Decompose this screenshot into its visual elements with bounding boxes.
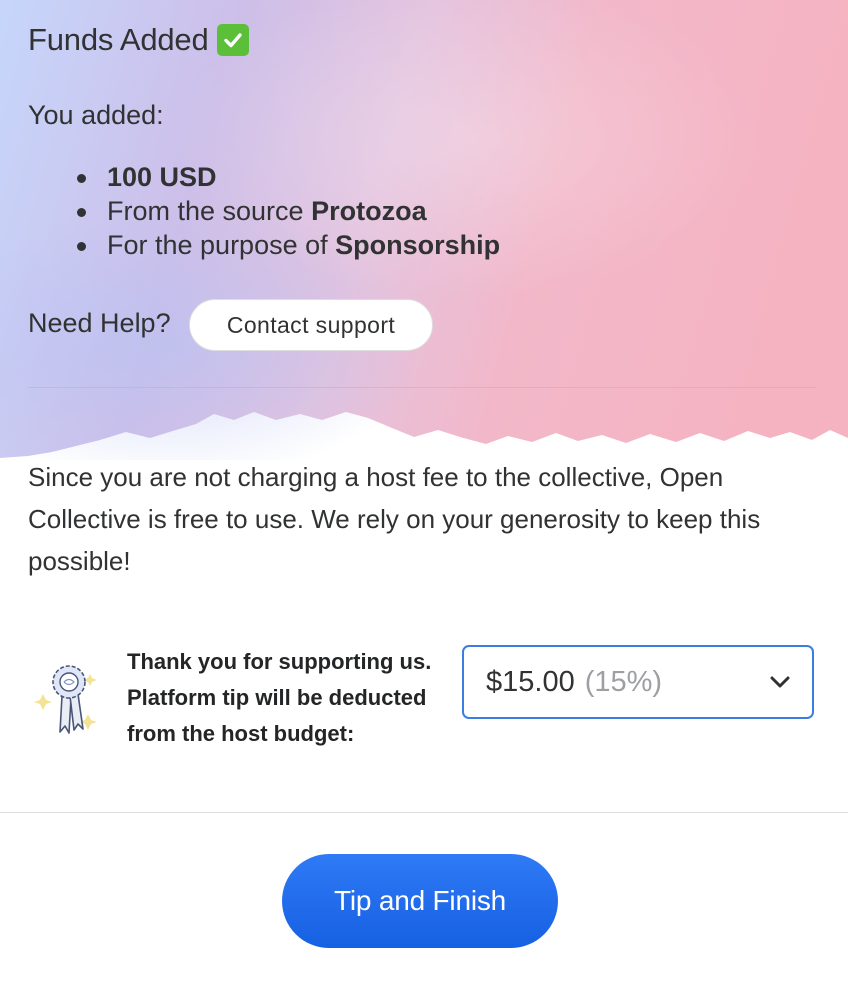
award-ribbon-icon [30, 656, 106, 740]
check-mark-icon [216, 24, 249, 56]
tip-and-finish-button[interactable]: Tip and Finish [282, 854, 558, 948]
purpose-value: Sponsorship [335, 230, 501, 260]
platform-tip-select[interactable]: $15.00 (15%) [462, 645, 814, 719]
need-help-label: Need Help? [28, 308, 171, 338]
divider [28, 387, 816, 388]
list-item: 100 USD [70, 160, 500, 194]
amount-value: 100 USD [107, 162, 217, 192]
platform-notice: Since you are not charging a host fee to… [28, 462, 761, 576]
page-title-text: Funds Added [28, 22, 209, 57]
summary-list: 100 USD From the source Protozoa For the… [70, 160, 500, 262]
chevron-down-icon [770, 676, 790, 688]
list-item: From the source Protozoa [70, 194, 500, 228]
footer-divider [0, 812, 848, 813]
tip-message: Thank you for supporting us. Platform ti… [127, 649, 432, 746]
source-prefix: From the source [107, 196, 312, 226]
tip-percent: (15%) [584, 665, 663, 698]
source-value: Protozoa [311, 196, 427, 226]
tip-amount: $15.00 [486, 665, 575, 698]
contact-support-button[interactable]: Contact support [189, 299, 433, 351]
summary-intro: You added: [28, 100, 164, 130]
purpose-prefix: For the purpose of [107, 230, 336, 260]
page-title: Funds Added [28, 22, 249, 58]
list-item: For the purpose of Sponsorship [70, 228, 500, 262]
